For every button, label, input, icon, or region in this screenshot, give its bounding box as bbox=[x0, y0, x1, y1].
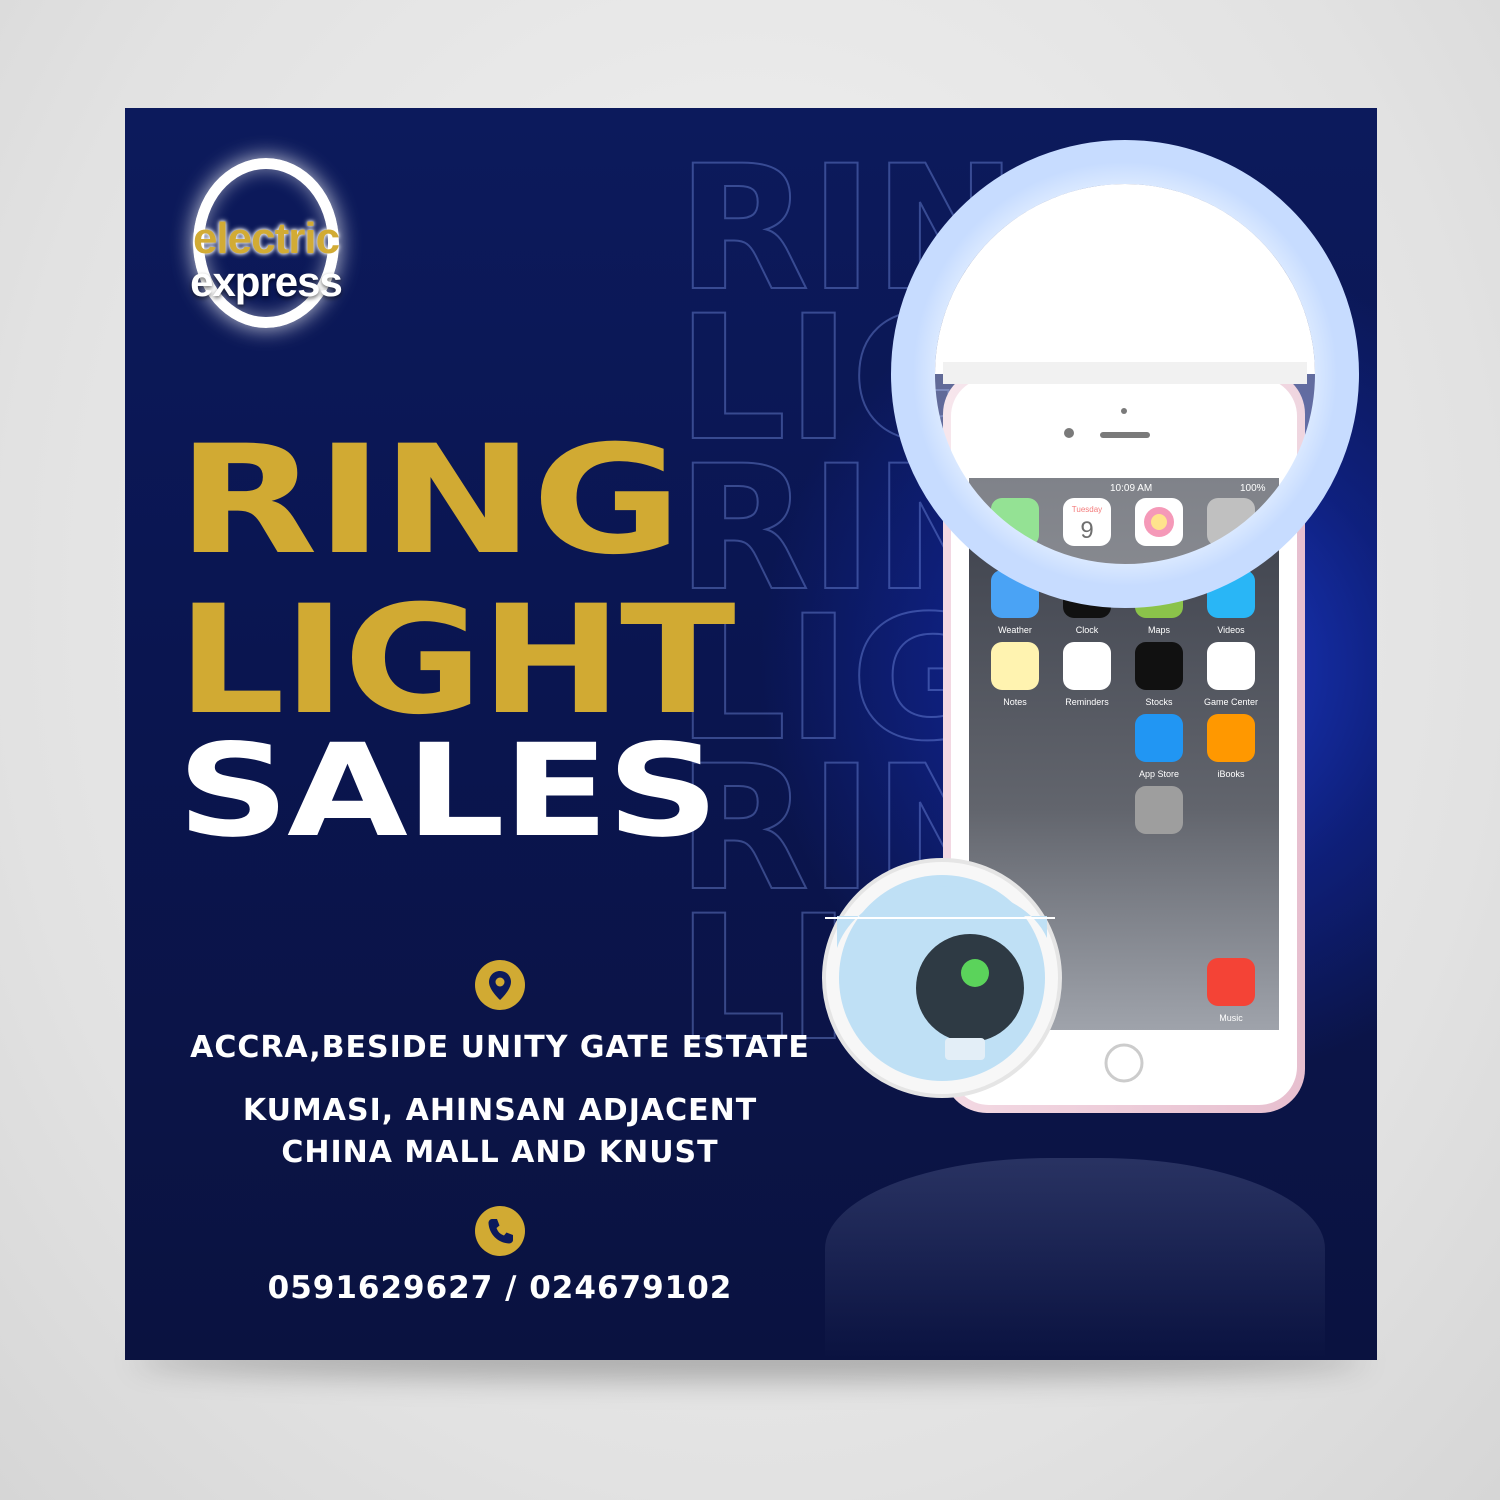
music-app-icon bbox=[1207, 958, 1255, 1006]
page: RING LIGHT RING LIGHT RING LIGHT electri… bbox=[0, 0, 1500, 1500]
app-store-app-icon bbox=[1135, 714, 1183, 762]
app-label-clock: Clock bbox=[1076, 625, 1099, 635]
reminders-app-icon bbox=[1063, 642, 1111, 690]
product-illustration: 10:09 AM 100% Tuesday 9 Weather Clock Ma… bbox=[822, 140, 1359, 1113]
app-label-music: Music bbox=[1219, 1013, 1243, 1023]
game-center-app-icon bbox=[1207, 642, 1255, 690]
app-label-weather: Weather bbox=[998, 625, 1032, 635]
stocks-app-icon bbox=[1135, 642, 1183, 690]
settings-app-icon bbox=[1135, 786, 1183, 834]
notes-app-icon bbox=[991, 642, 1039, 690]
app-label-reminders: Reminders bbox=[1065, 697, 1109, 707]
ibooks-app-icon bbox=[1207, 714, 1255, 762]
app-label-stocks: Stocks bbox=[1145, 697, 1173, 707]
app-label-ibooks: iBooks bbox=[1217, 769, 1245, 779]
app-label-game-center: Game Center bbox=[1204, 697, 1258, 707]
app-label-app-store: App Store bbox=[1139, 769, 1179, 779]
app-label-notes: Notes bbox=[1003, 697, 1027, 707]
ring-light-small bbox=[822, 858, 1062, 1098]
promo-poster: RING LIGHT RING LIGHT RING LIGHT electri… bbox=[125, 108, 1377, 1360]
app-label-maps: Maps bbox=[1148, 625, 1171, 635]
ring-light-large bbox=[891, 140, 1359, 608]
app-label-videos: Videos bbox=[1217, 625, 1245, 635]
